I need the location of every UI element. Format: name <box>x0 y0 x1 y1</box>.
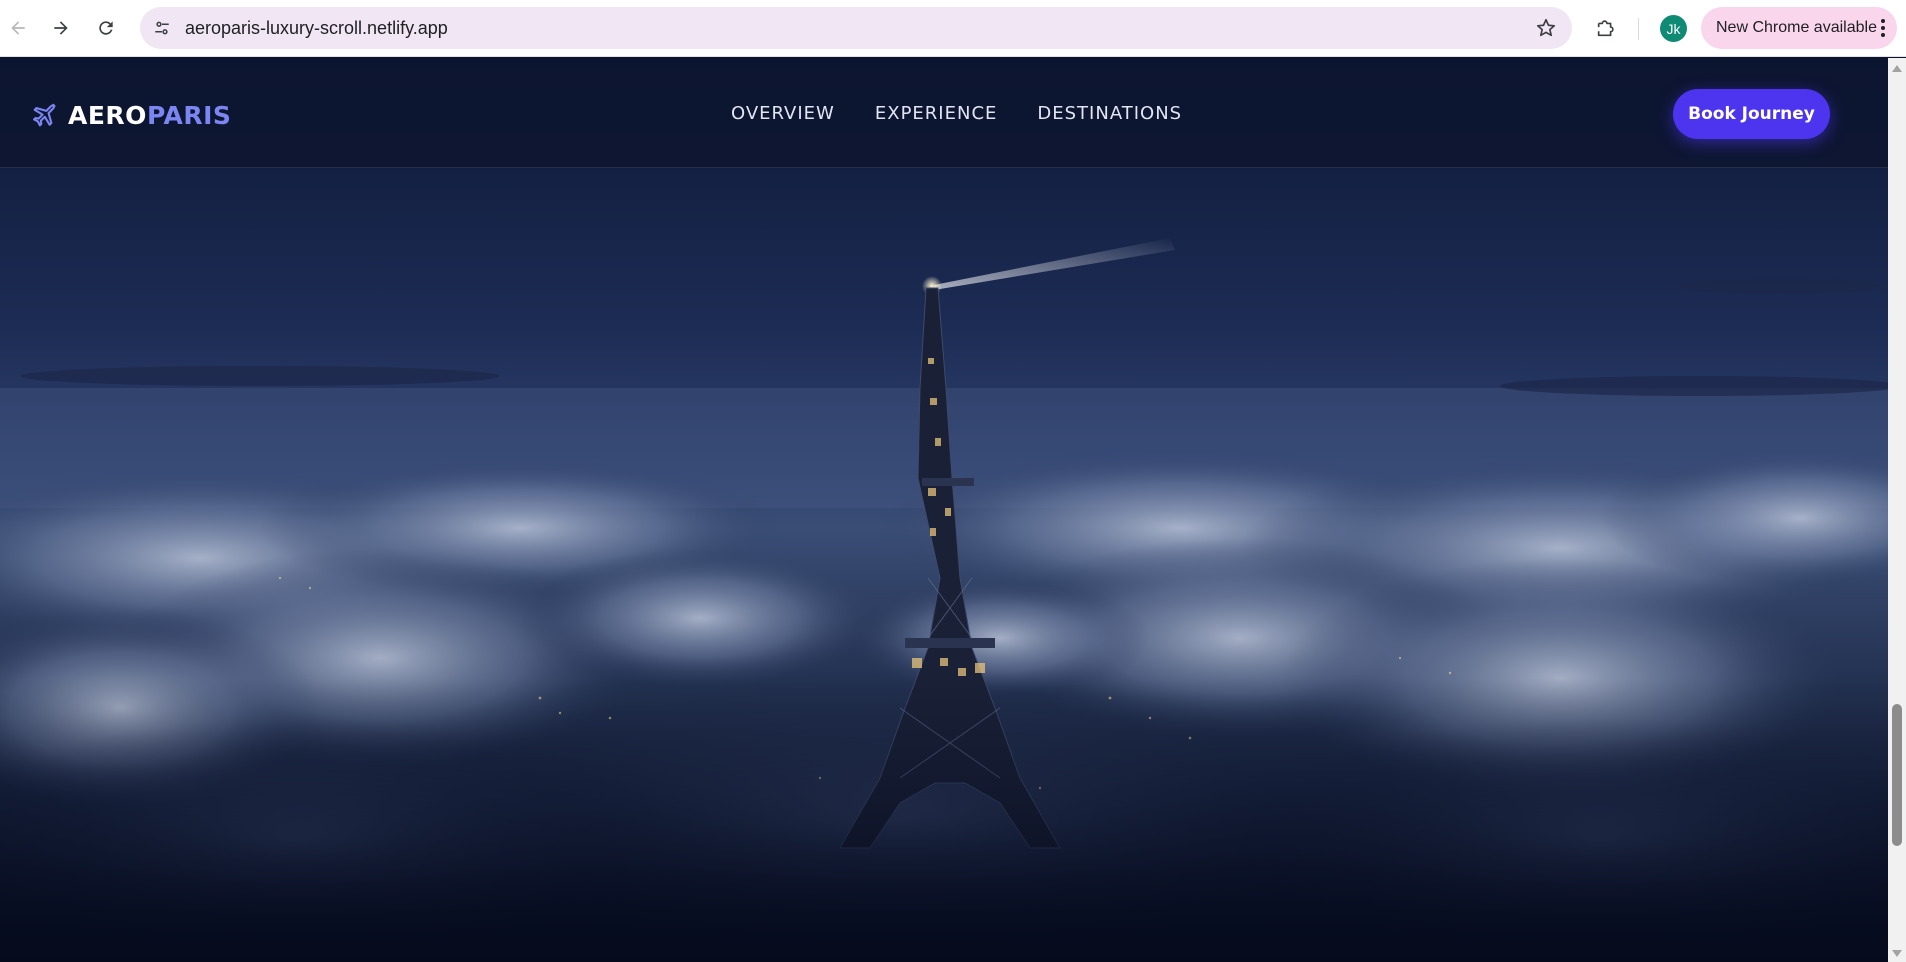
browser-toolbar: aeroparis-luxury-scroll.netlify.app Jk N… <box>0 0 1906 57</box>
tune-icon <box>155 21 169 35</box>
main-nav: OVERVIEW EXPERIENCE DESTINATIONS <box>731 103 1222 124</box>
star-icon <box>1536 18 1556 37</box>
chrome-update-button[interactable]: New Chrome available <box>1701 7 1897 49</box>
bookmark-button[interactable] <box>1534 16 1558 40</box>
page-scrollbar[interactable] <box>1888 58 1906 962</box>
airplane-icon <box>33 103 56 126</box>
update-label: New Chrome available <box>1716 19 1877 36</box>
arrow-right-icon <box>54 21 68 35</box>
book-journey-button[interactable]: Book Journey <box>1673 89 1830 139</box>
scroll-down-arrow-icon[interactable] <box>1892 950 1902 957</box>
reload-icon <box>99 21 113 35</box>
brand-name-part2: PARIS <box>146 101 232 130</box>
searchlight-beam <box>934 238 1175 290</box>
nav-link-experience[interactable]: EXPERIENCE <box>875 103 998 124</box>
forward-button[interactable] <box>45 12 77 44</box>
url-text[interactable]: aeroparis-luxury-scroll.netlify.app <box>185 18 448 39</box>
hero-image <box>0 238 1888 962</box>
scroll-thumb[interactable] <box>1892 704 1902 846</box>
toolbar-divider <box>1638 18 1639 40</box>
site-info-button[interactable] <box>148 14 176 42</box>
nav-link-overview[interactable]: OVERVIEW <box>731 103 835 124</box>
scroll-up-arrow-icon[interactable] <box>1892 65 1902 72</box>
page-viewport: AERO PARIS OVERVIEW EXPERIENCE DESTINATIO… <box>0 58 1888 962</box>
puzzle-icon <box>1597 20 1614 37</box>
reload-button[interactable] <box>90 12 122 44</box>
kebab-menu-icon[interactable] <box>1881 19 1885 37</box>
profile-avatar[interactable]: Jk <box>1660 15 1687 42</box>
address-bar[interactable]: aeroparis-luxury-scroll.netlify.app <box>140 7 1572 49</box>
brand-name-part1: AERO <box>68 101 147 130</box>
site-header: AERO PARIS OVERVIEW EXPERIENCE DESTINATIO… <box>0 58 1888 168</box>
arrow-left-icon <box>11 21 25 35</box>
brand-logo[interactable]: AERO PARIS <box>30 101 231 130</box>
extensions-button[interactable] <box>1590 12 1622 44</box>
nav-link-destinations[interactable]: DESTINATIONS <box>1037 103 1182 124</box>
back-button[interactable] <box>2 12 34 44</box>
